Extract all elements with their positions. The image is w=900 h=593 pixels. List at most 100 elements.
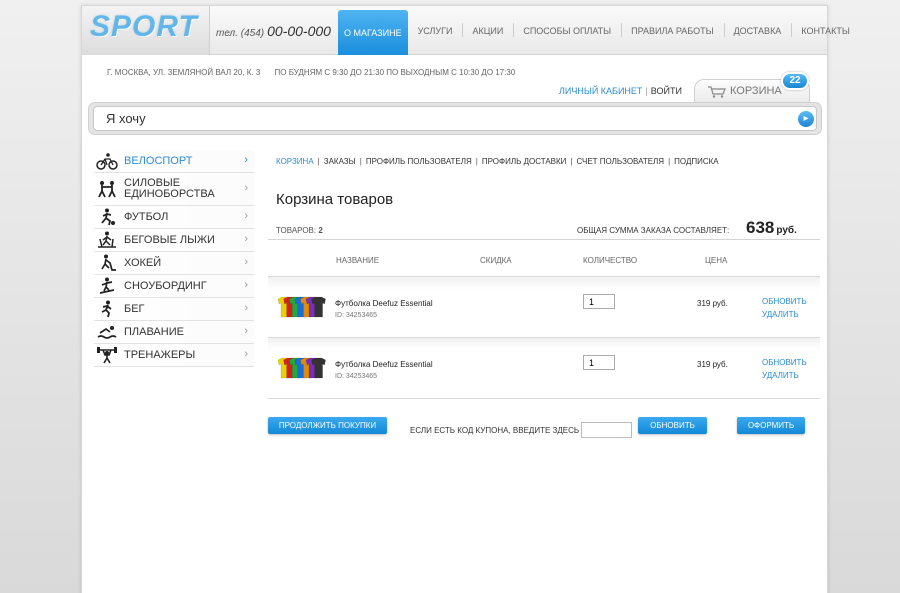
swimming-icon	[97, 326, 117, 339]
logo[interactable]: SPORT	[82, 6, 210, 55]
sidebar-item-label: СНОУБОРДИНГ	[124, 279, 207, 292]
account-separator: |	[645, 86, 648, 96]
sidebar-item-cross-country-skiing[interactable]: БЕГОВЫЕ ЛЫЖИ ›	[94, 229, 254, 252]
tab-separator: |	[475, 157, 478, 166]
search-button[interactable]: ▸	[798, 111, 814, 127]
sidebar-item-label: ПЛАВАНИЕ	[124, 325, 184, 338]
table-row: Футболка Deefuz Essential ID: 34253465 3…	[268, 276, 820, 337]
logo-text: SPORT	[90, 10, 198, 43]
snowboarding-icon	[99, 277, 115, 294]
column-discount: СКИДКА	[480, 256, 512, 265]
cycling-icon	[96, 153, 118, 170]
chevron-right-icon: ›	[244, 182, 248, 194]
chevron-right-icon: ›	[244, 256, 248, 268]
total-value: 638	[746, 218, 775, 237]
hockey-icon	[101, 254, 116, 271]
skiing-icon	[98, 231, 116, 248]
product-thumbnail[interactable]	[276, 295, 326, 319]
tab-user-profile[interactable]: ПРОФИЛЬ ПОЛЬЗОВАТЕЛЯ	[366, 157, 472, 166]
chevron-right-icon: ›	[244, 302, 248, 314]
page-container: SPORT тел. (454) 00-00-000 О МАГАЗИНЕ УСЛ…	[81, 5, 850, 593]
chevron-right-icon: ›	[244, 325, 248, 337]
tab-separator: |	[317, 157, 320, 166]
product-name[interactable]: Футболка Deefuz Essential	[335, 360, 433, 369]
product-price: 319 руб.	[697, 360, 728, 369]
chevron-right-icon: ›	[244, 233, 248, 245]
column-price: ЦЕНА	[705, 256, 728, 265]
sidebar-item-swimming[interactable]: ПЛАВАНИЕ ›	[94, 321, 254, 344]
sidebar-item-fitness-machines[interactable]: ТРЕНАЖЕРЫ ›	[94, 344, 254, 367]
nav-services[interactable]: УСЛУГИ	[408, 6, 463, 55]
total-amount: 638 руб.	[746, 218, 797, 238]
nav-about[interactable]: О МАГАЗИНЕ	[338, 10, 408, 55]
tab-separator: |	[668, 157, 671, 166]
delete-link[interactable]: УДАЛИТЬ	[762, 310, 799, 319]
category-sidebar: ВЕЛОСПОРТ › СИЛОВЫЕ ЕДИНОБОРСТВА › ФУТБО…	[94, 150, 254, 367]
tab-separator: |	[570, 157, 573, 166]
nav-promotions[interactable]: АКЦИИ	[462, 6, 513, 55]
nav-contacts[interactable]: КОНТАКТЫ	[791, 6, 860, 55]
sidebar-item-cycling[interactable]: ВЕЛОСПОРТ ›	[94, 150, 254, 173]
total-label: ОБЩАЯ СУММА ЗАКАЗА СОСТАВЛЯЕТ:	[577, 226, 730, 235]
chevron-right-icon: ›	[244, 154, 248, 166]
product-name[interactable]: Футболка Deefuz Essential	[335, 299, 433, 308]
sidebar-item-label: ТРЕНАЖЕРЫ	[124, 348, 196, 361]
continue-shopping-button[interactable]: ПРОДОЛЖИТЬ ПОКУПКИ	[268, 417, 387, 434]
sidebar-item-running[interactable]: БЕГ ›	[94, 298, 254, 321]
product-thumbnail[interactable]	[276, 356, 326, 380]
tab-cart[interactable]: КОРЗИНА	[276, 157, 314, 166]
weightlifting-icon	[97, 347, 117, 364]
page-title: Корзина товаров	[276, 191, 394, 208]
cart-icon	[708, 86, 726, 98]
update-coupon-button[interactable]: ОБНОВИТЬ	[638, 417, 707, 434]
delete-link[interactable]: УДАЛИТЬ	[762, 371, 799, 380]
nav-rules[interactable]: ПРАВИЛА РАБОТЫ	[621, 6, 723, 55]
chevron-right-icon: ›	[244, 348, 248, 360]
tab-subscription[interactable]: ПОДПИСКА	[674, 157, 719, 166]
store-hours: ПО БУДНЯМ С 9:30 ДО 21:30 ПО ВЫХОДНЫМ С …	[274, 68, 516, 77]
total-currency: руб.	[776, 225, 797, 236]
update-link[interactable]: ОБНОВИТЬ	[762, 358, 807, 367]
tab-user-account[interactable]: СЧЕТ ПОЛЬЗОВАТЕЛЯ	[577, 157, 665, 166]
login-link[interactable]: ВОЙТИ	[651, 86, 682, 96]
checkout-button[interactable]: ОФОРМИТЬ	[737, 417, 805, 434]
product-id: ID: 34253465	[335, 312, 378, 319]
tab-delivery-profile[interactable]: ПРОФИЛЬ ДОСТАВКИ	[482, 157, 567, 166]
sidebar-item-snowboarding[interactable]: СНОУБОРДИНГ ›	[94, 275, 254, 298]
phone-number: 00-00-000	[267, 23, 331, 39]
arrow-right-icon: ▸	[803, 113, 809, 124]
items-count-label: ТОВАРОВ:	[276, 226, 317, 235]
quantity-input[interactable]	[583, 355, 615, 370]
football-icon	[101, 208, 115, 226]
cart-count-badge: 22	[781, 72, 809, 90]
table-header: НАЗВАНИЕ СКИДКА КОЛИЧЕСТВО ЦЕНА	[268, 253, 820, 275]
product-price: 319 руб.	[697, 299, 728, 308]
phone: тел. (454) 00-00-000	[216, 23, 331, 39]
items-count: ТОВАРОВ: 2	[276, 226, 323, 235]
account-link[interactable]: ЛИЧНЫЙ КАБИНЕТ	[559, 86, 642, 96]
search-input[interactable]	[93, 106, 817, 131]
sidebar-item-label: ВЕЛОСПОРТ	[124, 154, 193, 167]
sidebar-item-label: СИЛОВЫЕ ЕДИНОБОРСТВА	[124, 177, 215, 200]
table-divider	[268, 398, 820, 399]
store-info: Г. МОСКВА, УЛ. ЗЕМЛЯНОЙ ВАЛ 20, К. 3 ПО …	[107, 68, 515, 77]
nav-delivery[interactable]: ДОСТАВКА	[723, 6, 792, 55]
tab-orders[interactable]: ЗАКАЗЫ	[324, 157, 356, 166]
coupon-input[interactable]	[581, 422, 632, 438]
account-tabs: КОРЗИНА | ЗАКАЗЫ | ПРОФИЛЬ ПОЛЬЗОВАТЕЛЯ | ПРОФ…	[276, 157, 719, 166]
phone-label: тел. (454)	[216, 28, 265, 39]
cart-label: КОРЗИНА	[730, 85, 782, 97]
table-row: Футболка Deefuz Essential ID: 34253465 3…	[268, 337, 820, 398]
update-link[interactable]: ОБНОВИТЬ	[762, 297, 807, 306]
quantity-input[interactable]	[583, 294, 615, 309]
order-summary: ТОВАРОВ: 2 ОБЩАЯ СУММА ЗАКАЗА СОСТАВЛЯЕТ…	[268, 218, 820, 240]
sidebar-item-label: ХОКЕЙ	[124, 256, 162, 269]
sidebar-item-football[interactable]: ФУТБОЛ ›	[94, 206, 254, 229]
nav-payment-methods[interactable]: СПОСОБЫ ОПЛАТЫ	[513, 6, 621, 55]
running-icon	[101, 300, 112, 318]
tab-separator: |	[359, 157, 362, 166]
coupon-label: ЕСЛИ ЕСТЬ КОД КУПОНА, ВВЕДИТЕ ЗДЕСЬ	[410, 426, 580, 435]
account-links: ЛИЧНЫЙ КАБИНЕТ | ВОЙТИ	[559, 86, 682, 96]
sidebar-item-martial-arts[interactable]: СИЛОВЫЕ ЕДИНОБОРСТВА ›	[94, 173, 254, 206]
sidebar-item-hockey[interactable]: ХОКЕЙ ›	[94, 252, 254, 275]
